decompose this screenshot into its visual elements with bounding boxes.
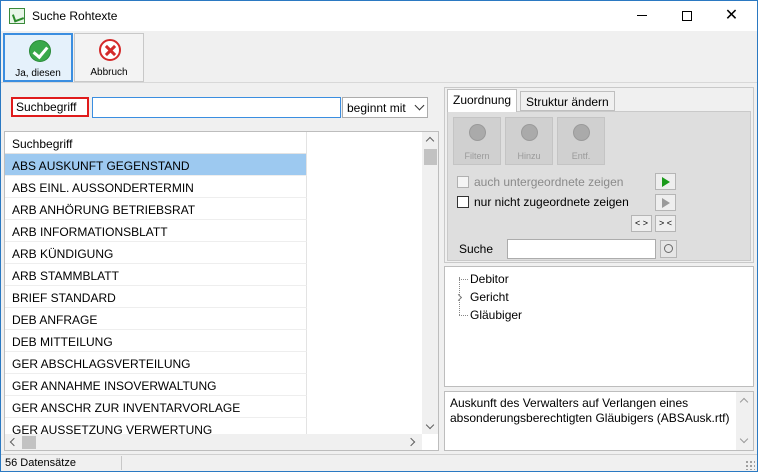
tab-control: Zuordnung Struktur ändern Filtern Hinzu …	[444, 87, 754, 263]
scroll-down-icon[interactable]	[739, 434, 749, 444]
maximize-icon	[681, 10, 692, 21]
match-mode-value: beginnt mit	[347, 101, 406, 115]
add-button-label: Hinzu	[517, 151, 541, 161]
show-unassigned-checkbox[interactable]	[457, 196, 469, 208]
table-row[interactable]: ARB ANHÖRUNG BETRIEBSRAT	[5, 198, 307, 220]
cancel-icon	[99, 39, 121, 61]
category-tree: Debitor Gericht Gläubiger	[444, 266, 754, 387]
results-pane: Suchbegriff beginnt mit Suchbegriff ABS …	[1, 85, 439, 453]
results-grid: Suchbegriff ABS AUSKUNFT GEGENSTAND ABS …	[4, 131, 439, 451]
search-icon[interactable]	[660, 240, 677, 258]
scroll-up-icon[interactable]	[739, 397, 749, 407]
show-unassigned-label: nur nicht zugeordnete zeigen	[474, 195, 629, 209]
vertical-scrollbar[interactable]	[422, 132, 438, 434]
filter-button[interactable]: Filtern	[453, 117, 501, 165]
description-box: Auskunft des Verwalters auf Verlangen ei…	[444, 391, 754, 451]
tab-change-structure[interactable]: Struktur ändern	[520, 91, 615, 111]
add-button[interactable]: Hinzu	[505, 117, 553, 165]
filter-button-label: Filtern	[464, 151, 490, 161]
search-term-label: Suchbegriff	[11, 97, 89, 117]
table-row[interactable]: ARB INFORMATIONSBLATT	[5, 220, 307, 242]
tree-connector	[459, 279, 468, 280]
next-icon	[662, 198, 670, 208]
tree-node-gericht[interactable]: Gericht	[470, 290, 509, 304]
table-row[interactable]: ABS AUSKUNFT GEGENSTAND	[5, 154, 307, 176]
confirm-button-label: Ja, diesen	[15, 68, 61, 79]
tree-search-input[interactable]	[507, 239, 656, 259]
table-row[interactable]: ARB KÜNDIGUNG	[5, 242, 307, 264]
play-button[interactable]	[655, 173, 676, 190]
table-row[interactable]: DEB MITTEILUNG	[5, 330, 307, 352]
table-row[interactable]: ARB STAMMBLATT	[5, 264, 307, 286]
filter-icon	[469, 124, 486, 141]
cancel-button[interactable]: Abbruch	[74, 33, 144, 82]
resize-grip-icon[interactable]	[745, 460, 755, 470]
tree-node-glaeubiger[interactable]: Gläubiger	[470, 308, 522, 322]
hscroll-thumb[interactable]	[22, 436, 36, 449]
next-button[interactable]	[655, 194, 676, 211]
close-button[interactable]: ✕	[709, 1, 754, 31]
app-icon	[9, 8, 25, 24]
tab-assignment[interactable]: Zuordnung	[447, 89, 518, 112]
chevron-down-icon	[414, 100, 425, 111]
confirm-button[interactable]: Ja, diesen	[3, 33, 73, 82]
table-row[interactable]: GER ANSCHR ZUR INVENTARVORLAGE	[5, 396, 307, 418]
minimize-button[interactable]	[619, 1, 664, 31]
table-row[interactable]: GER ABSCHLAGSVERTEILUNG	[5, 352, 307, 374]
show-children-label: auch untergeordnete zeigen	[474, 175, 624, 189]
scroll-down-icon[interactable]	[425, 420, 435, 430]
dialog-window: Suche Rohtexte ✕ Ja, diesen Abbruch Such…	[0, 0, 758, 472]
show-children-checkbox[interactable]	[457, 176, 469, 188]
record-count: 56 Datensätze	[5, 457, 76, 469]
match-mode-select[interactable]: beginnt mit	[342, 97, 428, 118]
tree-connector	[459, 315, 468, 316]
table-row[interactable]: BRIEF STANDARD	[5, 286, 307, 308]
add-icon	[521, 124, 538, 141]
expand-all-button[interactable]: < >	[631, 215, 652, 232]
collapse-all-button[interactable]: > <	[655, 215, 676, 232]
remove-icon	[573, 124, 590, 141]
results-rows: ABS AUSKUNFT GEGENSTAND ABS EINL. AUSSON…	[5, 154, 307, 440]
description-scrollbar[interactable]	[736, 392, 753, 450]
assignment-tab-panel: Filtern Hinzu Entf. auch untergeordnete …	[447, 111, 751, 261]
scroll-thumb[interactable]	[424, 149, 437, 165]
cancel-button-label: Abbruch	[90, 67, 128, 78]
column-header-search-term[interactable]: Suchbegriff	[5, 132, 307, 154]
table-row[interactable]: GER ANNAHME INSOVERWALTUNG	[5, 374, 307, 396]
description-text: Auskunft des Verwalters auf Verlangen ei…	[450, 396, 730, 425]
title-bar: Suche Rohtexte ✕	[1, 1, 757, 31]
tree-node-debitor[interactable]: Debitor	[470, 272, 509, 286]
check-icon	[29, 40, 51, 62]
scroll-left-icon[interactable]	[9, 437, 19, 447]
window-title: Suche Rohtexte	[32, 9, 118, 23]
horizontal-scrollbar[interactable]	[5, 434, 422, 450]
remove-button-label: Entf.	[571, 151, 591, 161]
remove-button[interactable]: Entf.	[557, 117, 605, 165]
toolbar: Ja, diesen Abbruch	[1, 31, 757, 83]
close-icon: ✕	[724, 7, 739, 24]
search-input[interactable]	[92, 97, 341, 118]
table-row[interactable]: ABS EINL. AUSSONDERTERMIN	[5, 176, 307, 198]
maximize-button[interactable]	[664, 1, 709, 31]
tree-search-label: Suche	[459, 242, 494, 256]
scroll-up-icon[interactable]	[425, 136, 435, 146]
assignment-pane: Zuordnung Struktur ändern Filtern Hinzu …	[442, 85, 755, 453]
chevron-right-icon[interactable]	[454, 293, 463, 302]
scroll-right-icon[interactable]	[406, 437, 416, 447]
status-divider	[121, 456, 122, 470]
status-bar: 56 Datensätze	[1, 454, 757, 471]
play-icon	[662, 177, 670, 187]
table-row[interactable]: DEB ANFRAGE	[5, 308, 307, 330]
minimize-icon	[636, 15, 647, 17]
